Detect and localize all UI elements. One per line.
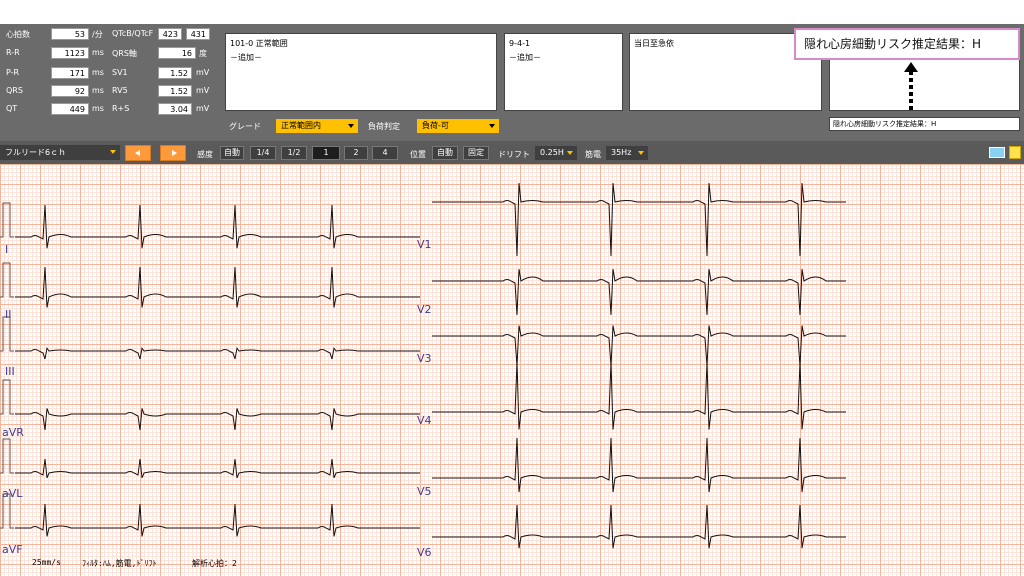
lead-label-V3: V3 bbox=[417, 352, 432, 365]
calibration-II bbox=[0, 262, 14, 298]
trace-V3 bbox=[432, 325, 846, 367]
lead-label-V5: V5 bbox=[417, 485, 432, 498]
calibration-aVL bbox=[0, 438, 14, 474]
lead-label-aVR: aVR bbox=[2, 426, 24, 439]
lead-label-V4: V4 bbox=[417, 414, 432, 427]
trace-aVR bbox=[15, 408, 420, 431]
lead-label-aVL: aVL bbox=[2, 487, 23, 500]
footer-speed: 25mm/s bbox=[32, 558, 61, 567]
trace-V2 bbox=[432, 269, 846, 316]
calibration-I bbox=[0, 202, 14, 238]
trace-V5 bbox=[432, 437, 846, 493]
trace-aVL bbox=[15, 458, 420, 479]
trace-V4 bbox=[432, 361, 846, 430]
trace-I bbox=[15, 204, 420, 249]
lead-label-V6: V6 bbox=[417, 546, 432, 559]
trace-V6 bbox=[432, 504, 846, 549]
lead-label-V2: V2 bbox=[417, 303, 432, 316]
lead-label-III: III bbox=[5, 365, 15, 378]
calibration-aVR bbox=[0, 379, 14, 415]
lead-label-V1: V1 bbox=[417, 238, 432, 251]
lead-label-I: I bbox=[5, 243, 9, 256]
lead-label-II: II bbox=[5, 308, 12, 321]
trace-III bbox=[15, 346, 420, 360]
trace-V1 bbox=[432, 183, 846, 257]
trace-aVF bbox=[15, 503, 420, 537]
footer-analysis: 解析心拍：2 bbox=[192, 559, 237, 568]
lead-label-aVF: aVF bbox=[2, 543, 23, 556]
calibration-III bbox=[0, 316, 14, 352]
trace-II bbox=[15, 266, 420, 308]
footer-filter: ﾌｨﾙﾀ:ﾊﾑ,筋電,ﾄﾞﾘﾌﾄ bbox=[82, 559, 157, 568]
ecg-traces bbox=[0, 183, 846, 549]
